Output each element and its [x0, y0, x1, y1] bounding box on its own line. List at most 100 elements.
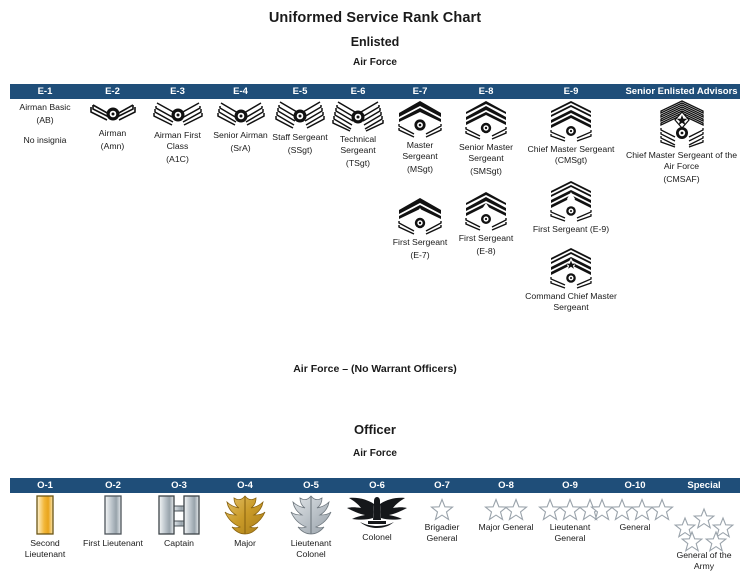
officer-header-o8: O-8 — [498, 480, 514, 491]
officer-column-o5: Lieutenant Colonel — [278, 494, 344, 584]
officer-header-o10: O-10 — [624, 480, 646, 491]
enlisted-header-bar: E-1 E-2 E-3 E-4 E-5 E-6 E-7 E-8 E-9 Seni… — [10, 84, 740, 99]
officer-header-o1: O-1 — [37, 480, 53, 491]
rank-entry-chief-master-sergeant: Chief Master Sergeant (CMSgt) — [519, 100, 623, 166]
enlisted-column-e9: Chief Master Sergeant (CMSgt) First Serg… — [519, 100, 623, 350]
officer-header-o5: O-5 — [303, 480, 319, 491]
officer-column-o6: Colonel — [344, 494, 410, 584]
officer-rank-grid: Second Lieutenant First Lieutenant Capta… — [10, 494, 740, 584]
enlisted-header-e8: E-8 — [478, 86, 494, 97]
rank-name: General — [619, 522, 651, 532]
rank-name: First Sergeant (E-9) — [532, 224, 610, 234]
rank-name: Technical Sergeant — [339, 134, 377, 155]
enlisted-column-e5: Staff Sergeant (SSgt) — [271, 100, 329, 350]
rank-entry-airman-first-class: Airman First Class (A1C) — [145, 100, 210, 165]
chevron-first-sgt-e7-icon — [396, 197, 444, 235]
enlisted-branch-label: Air Force — [353, 57, 397, 68]
officer-header-bar: O-1 O-2 O-3 O-4 O-5 O-6 O-7 O-8 O-9 O-10… — [10, 478, 740, 493]
enlisted-header-e1: E-1 — [37, 86, 53, 97]
rank-abbr: (E-7) — [410, 250, 430, 260]
rank-entry-airman-basic: Airman Basic (AB) No insignia — [10, 100, 80, 146]
rank-name: First Lieutenant — [83, 538, 143, 548]
rank-abbr: (AB) — [36, 115, 54, 125]
officer-column-special: General of the Army — [668, 494, 740, 584]
four-star-icon — [590, 498, 674, 521]
enlisted-header-e7: E-7 — [412, 86, 428, 97]
chevron-smsgt-icon — [463, 100, 509, 140]
rank-name: Major — [234, 538, 256, 548]
officer-branch-label: Air Force — [353, 448, 397, 459]
officer-header-special: Special — [687, 480, 721, 491]
officer-column-o4: Major — [212, 494, 278, 584]
enlisted-header-e6: E-6 — [350, 86, 366, 97]
rank-name: Chief Master Sergeant of the Air Force — [625, 150, 738, 171]
rank-abbr: (E-8) — [476, 246, 496, 256]
rank-name: Airman — [98, 128, 127, 138]
officer-header-o2: O-2 — [105, 480, 121, 491]
rank-name: Senior Master Sergeant — [458, 142, 514, 163]
enlisted-header-e5: E-5 — [292, 86, 308, 97]
rank-name: First Sergeant — [392, 237, 448, 247]
enlisted-header-e3: E-3 — [170, 86, 185, 97]
chevron-cmsgt-icon — [548, 100, 594, 142]
officer-header-o4: O-4 — [237, 480, 253, 491]
officer-header-o3: O-3 — [171, 480, 187, 491]
chevron-msgt-icon — [396, 100, 444, 138]
rank-name: Colonel — [362, 532, 392, 542]
eagle-icon — [346, 494, 408, 530]
chevron-command-chief-icon — [548, 247, 594, 289]
rank-name: Lieutenant General — [549, 522, 591, 543]
rank-entry-senior-airman: Senior Airman (SrA) — [210, 100, 271, 154]
officer-header-o9: O-9 — [562, 480, 578, 491]
enlisted-rank-grid: Airman Basic (AB) No insignia Airman (Am… — [10, 100, 740, 350]
rank-entry-first-sergeant-e7: First Sergeant (E-7) — [387, 197, 453, 261]
rank-abbr: (Amn) — [100, 141, 125, 151]
enlisted-section-title: Enlisted — [350, 35, 400, 49]
rank-abbr: (TSgt) — [345, 158, 371, 168]
rank-entry-first-sergeant-e8: First Sergeant (E-8) — [453, 191, 519, 257]
rank-entry-command-chief-master-sergeant: Command Chief Master Sergeant — [519, 247, 623, 313]
rank-name: Captain — [164, 538, 194, 548]
chevron-first-sgt-e9-icon — [548, 180, 594, 222]
rank-abbr: (SrA) — [230, 143, 251, 153]
rank-name: Brigadier General — [424, 522, 460, 543]
rank-entry-technical-sergeant: Technical Sergeant (TSgt) — [329, 100, 387, 169]
officer-column-o8: Major General — [474, 494, 538, 584]
officer-header-o7: O-7 — [434, 480, 450, 491]
officer-column-o1: Second Lieutenant — [10, 494, 80, 584]
chevron-2-stripe-icon — [152, 100, 204, 128]
rank-name: Airman First Class — [154, 130, 201, 151]
rank-abbr: (SMSgt) — [470, 166, 502, 176]
rank-abbr: (CMSAF) — [663, 174, 700, 184]
warrant-officer-note: Air Force – (No Warrant Officers) — [293, 363, 457, 375]
rank-name: Master Sergeant — [402, 140, 438, 161]
rank-entry-first-sergeant-e9: First Sergeant (E-9) — [519, 180, 623, 235]
no-insignia-note: No insignia — [23, 135, 67, 145]
enlisted-column-e6: Technical Sergeant (TSgt) — [329, 100, 387, 350]
silver-bar-icon — [102, 494, 124, 536]
rank-abbr: (SSgt) — [287, 145, 313, 155]
chevron-5-stripe-icon — [332, 100, 384, 132]
rank-name: General of the Army — [676, 550, 732, 571]
officer-column-o7: Brigadier General — [410, 494, 474, 584]
chevron-3-stripe-icon — [216, 100, 266, 128]
rank-name: First Sergeant — [458, 233, 514, 243]
officer-column-o10: General — [590, 494, 674, 584]
one-star-icon — [430, 498, 454, 521]
enlisted-column-e7: Master Sergeant (MSgt) First Sergeant (E… — [387, 100, 453, 350]
enlisted-column-e8: Senior Master Sergeant (SMSgt) First Ser… — [453, 100, 519, 350]
rank-abbr: (MSgt) — [406, 164, 434, 174]
rank-name: Command Chief Master Sergeant — [525, 291, 617, 312]
chevron-first-sgt-e8-icon — [463, 191, 509, 231]
rank-name: Major General — [478, 522, 534, 532]
enlisted-header-e2: E-2 — [105, 86, 120, 97]
page-title: Uniformed Service Rank Chart — [268, 10, 482, 26]
chevron-1-stripe-icon — [89, 100, 137, 126]
gold-bar-icon — [34, 494, 56, 536]
rank-name: Chief Master Sergeant (CMSgt) — [527, 144, 615, 165]
enlisted-header-senior-advisors: Senior Enlisted Advisors — [625, 86, 738, 97]
enlisted-column-e4: Senior Airman (SrA) — [210, 100, 271, 350]
rank-name: Senior Airman — [213, 130, 268, 140]
rank-entry-senior-master-sergeant: Senior Master Sergeant (SMSgt) — [453, 100, 519, 177]
silver-oak-leaf-icon — [289, 494, 333, 536]
